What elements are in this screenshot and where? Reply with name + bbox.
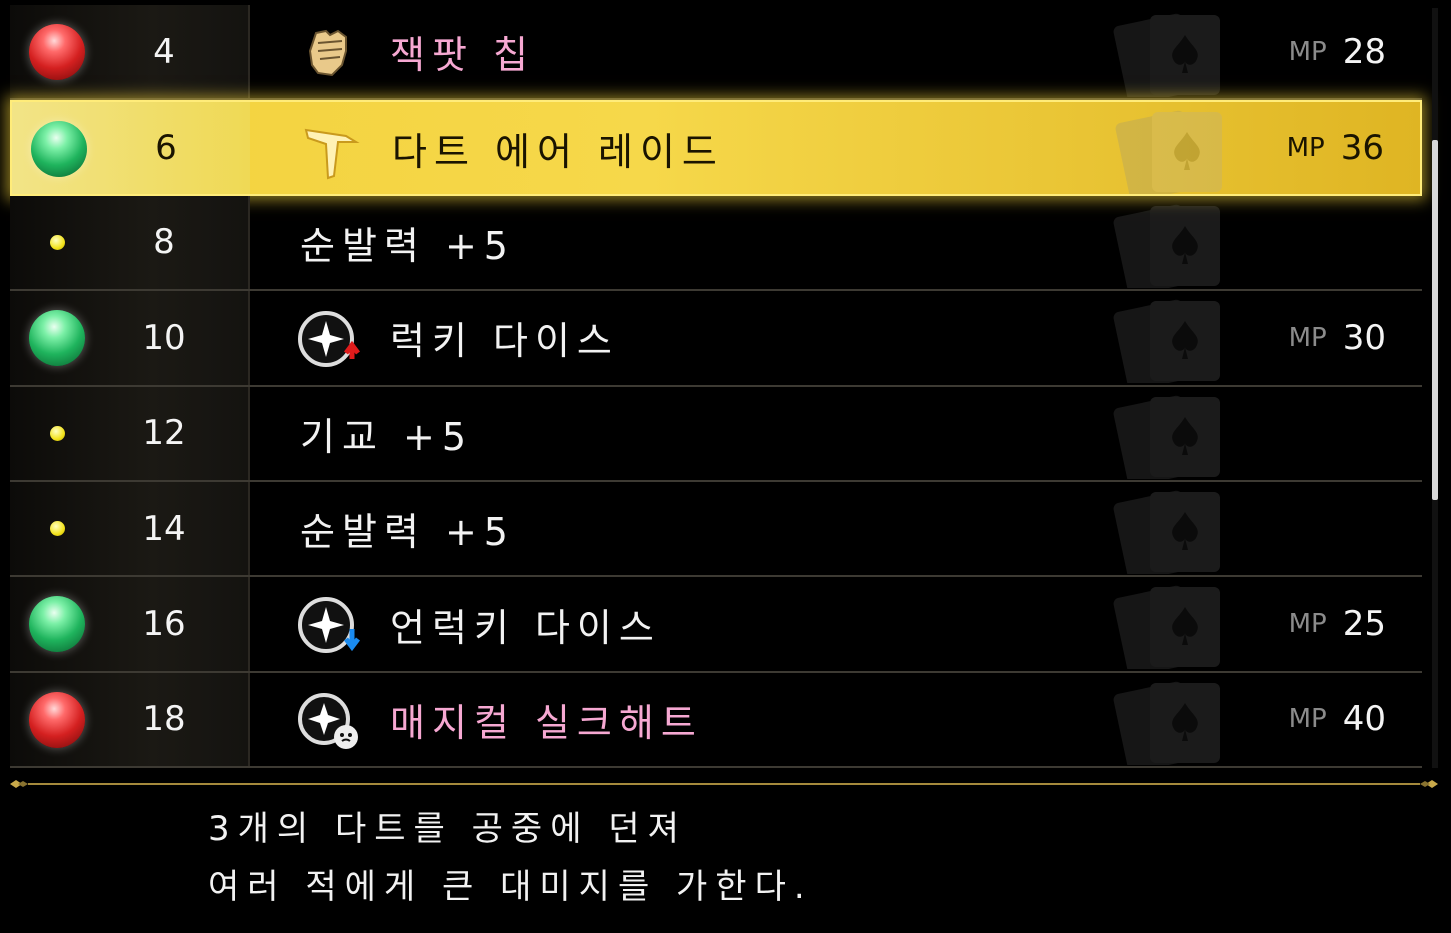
playing-cards-icon	[1110, 581, 1250, 677]
red-orb-icon	[29, 691, 85, 748]
scrollbar-thumb[interactable]	[1432, 140, 1438, 500]
skill-row[interactable]: 8 순발력 +5	[10, 195, 1422, 296]
green-orb-icon	[29, 596, 85, 653]
skill-row[interactable]: 14 순발력 +5	[10, 481, 1422, 582]
playing-cards-icon	[1110, 486, 1250, 582]
mp-cost: MP 36	[1287, 102, 1384, 193]
skill-row[interactable]: 10 럭키 다이스 MP 30	[10, 291, 1422, 391]
skill-name: 순발력 +5	[300, 223, 515, 268]
mp-label: MP	[1286, 133, 1325, 164]
lucky-dice-icon	[296, 307, 360, 371]
skill-level: 16	[142, 604, 186, 645]
skill-level: 12	[142, 413, 186, 454]
skill-name: 잭팟 칩	[390, 33, 535, 78]
mp-value: 30	[1342, 317, 1386, 358]
green-orb-icon	[29, 310, 85, 367]
skill-row-selected[interactable]: 6 다트 에어 레이드 MP 36	[10, 100, 1422, 202]
skill-name: 다트 에어 레이드	[392, 129, 724, 174]
green-orb-icon	[31, 121, 87, 178]
gold-divider	[10, 780, 1438, 788]
mp-value: 28	[1342, 31, 1386, 72]
dart-icon	[298, 118, 362, 182]
skill-description: 3개의 다트를 공중에 던져 여러 적에게 큰 대미지를 가한다.	[208, 800, 813, 916]
mp-cost: MP 28	[1289, 5, 1386, 98]
playing-cards-icon	[1110, 391, 1250, 486]
playing-cards-icon	[1110, 9, 1250, 105]
skill-name: 언럭키 다이스	[390, 605, 661, 650]
mp-cost: MP 40	[1289, 673, 1386, 766]
playing-cards-icon	[1112, 106, 1252, 202]
yellow-dot-icon	[50, 425, 65, 441]
skill-list: 4 잭팟 칩 MP 28 6 다트 에어 레이드 MP 36 8 순발력 +5 10 럭키 다이스 MP…	[10, 5, 1422, 773]
yellow-dot-icon	[50, 234, 65, 250]
playing-cards-icon	[1110, 677, 1250, 773]
mp-label: MP	[1288, 322, 1327, 353]
skill-level: 18	[142, 699, 186, 740]
playing-cards-icon	[1110, 200, 1250, 296]
description-line-2: 여러 적에게 큰 대미지를 가한다.	[208, 867, 813, 907]
description-line-1: 3개의 다트를 공중에 던져	[208, 809, 687, 849]
skill-name: 기교 +5	[300, 414, 474, 459]
mp-label: MP	[1288, 36, 1327, 67]
skill-level: 6	[155, 128, 177, 169]
mp-cost: MP 30	[1289, 291, 1386, 384]
skill-row[interactable]: 4 잭팟 칩 MP 28	[10, 5, 1422, 105]
mp-value: 25	[1342, 604, 1386, 645]
mp-value: 36	[1340, 128, 1384, 169]
skill-level: 4	[153, 31, 175, 72]
skill-row[interactable]: 18 매지컬 실크해트 MP 40	[10, 672, 1422, 773]
yellow-dot-icon	[50, 520, 65, 536]
skill-level: 14	[142, 508, 186, 549]
skill-row[interactable]: 16 언럭키 다이스 MP 25	[10, 577, 1422, 677]
playing-cards-icon	[1110, 295, 1250, 391]
mp-label: MP	[1288, 704, 1327, 735]
skill-name: 순발력 +5	[300, 510, 515, 555]
fist-icon	[296, 21, 360, 85]
skill-level: 8	[153, 222, 175, 263]
red-orb-icon	[29, 24, 85, 80]
skill-name: 매지컬 실크해트	[390, 700, 703, 745]
skill-level: 10	[142, 317, 186, 358]
skill-name: 럭키 다이스	[390, 319, 619, 364]
mp-value: 40	[1342, 699, 1386, 740]
unlucky-dice-icon	[296, 593, 360, 657]
mp-cost: MP 25	[1289, 577, 1386, 670]
skill-row[interactable]: 12 기교 +5	[10, 386, 1422, 486]
silk-hat-icon	[296, 689, 360, 753]
mp-label: MP	[1288, 609, 1327, 640]
